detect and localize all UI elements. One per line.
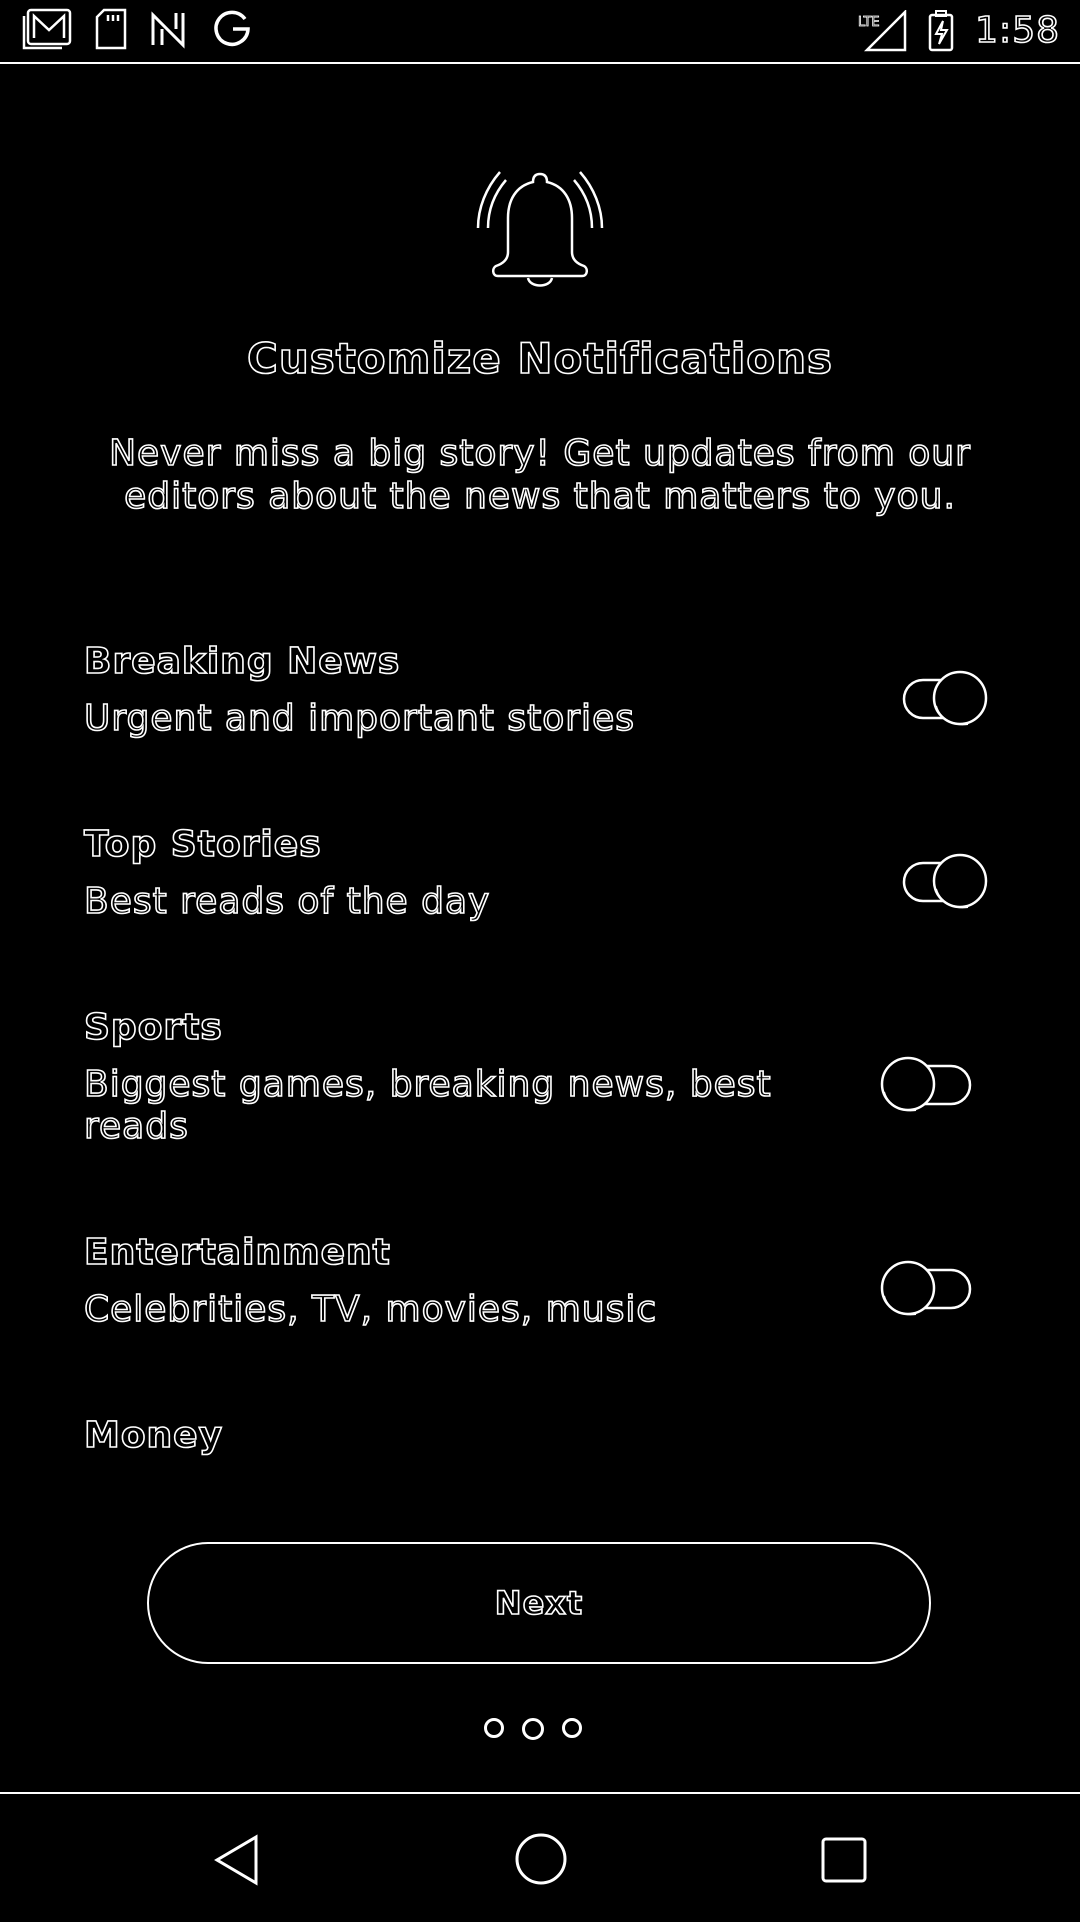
page-dot xyxy=(562,1718,582,1738)
toggle-entertainment[interactable] xyxy=(880,1260,972,1316)
setting-row-money[interactable]: Money xyxy=(83,1414,996,1458)
toggle-breaking-news[interactable] xyxy=(902,670,988,726)
gallery-icon xyxy=(22,8,72,50)
news-app-icon xyxy=(150,9,190,49)
next-button[interactable]: Next xyxy=(147,1542,931,1664)
google-icon xyxy=(212,9,252,49)
lte-signal-icon: LTE xyxy=(857,10,907,52)
setting-description: Best reads of the day xyxy=(83,880,491,923)
navigation-bar xyxy=(0,1792,1080,1922)
setting-description: Biggest games, breaking news, best reads xyxy=(83,1063,772,1148)
svg-text:LTE: LTE xyxy=(858,15,880,30)
sd-card-icon xyxy=(94,8,128,50)
home-icon[interactable] xyxy=(514,1832,568,1890)
status-bar: LTE 1:58 xyxy=(0,0,1080,64)
page-dot xyxy=(484,1718,504,1738)
page-indicator xyxy=(484,1718,582,1740)
back-icon[interactable] xyxy=(212,1834,262,1890)
setting-row-sports[interactable]: Sports Biggest games, breaking news, bes… xyxy=(83,1006,996,1148)
setting-title: Sports xyxy=(83,1006,223,1049)
setting-description: Urgent and important stories xyxy=(83,697,635,740)
status-system-icons: LTE 1:58 xyxy=(857,8,1060,54)
setting-row-entertainment[interactable]: Entertainment Celebrities, TV, movies, m… xyxy=(83,1231,996,1331)
toggle-top-stories[interactable] xyxy=(902,853,988,909)
setting-title: Top Stories xyxy=(83,823,322,866)
page-subtitle: Never miss a big story! Get updates from… xyxy=(108,432,971,518)
page-dot-active xyxy=(522,1718,544,1740)
bell-ringing-icon xyxy=(470,160,610,300)
setting-description: Celebrities, TV, movies, music xyxy=(83,1288,658,1331)
setting-title: Breaking News xyxy=(83,640,401,683)
recents-icon[interactable] xyxy=(820,1836,868,1888)
setting-row-breaking-news[interactable]: Breaking News Urgent and important stori… xyxy=(83,640,996,740)
toggle-sports[interactable] xyxy=(880,1056,972,1112)
status-time: 1:58 xyxy=(974,9,1060,52)
status-notification-icons xyxy=(22,8,252,50)
setting-title: Money xyxy=(83,1414,224,1457)
battery-charging-icon xyxy=(927,10,955,52)
page-title: Customize Notifications xyxy=(246,333,833,384)
setting-title: Entertainment xyxy=(83,1231,391,1274)
setting-row-top-stories[interactable]: Top Stories Best reads of the day xyxy=(83,823,996,923)
notification-settings-list[interactable]: Breaking News Urgent and important stori… xyxy=(0,640,1080,1460)
